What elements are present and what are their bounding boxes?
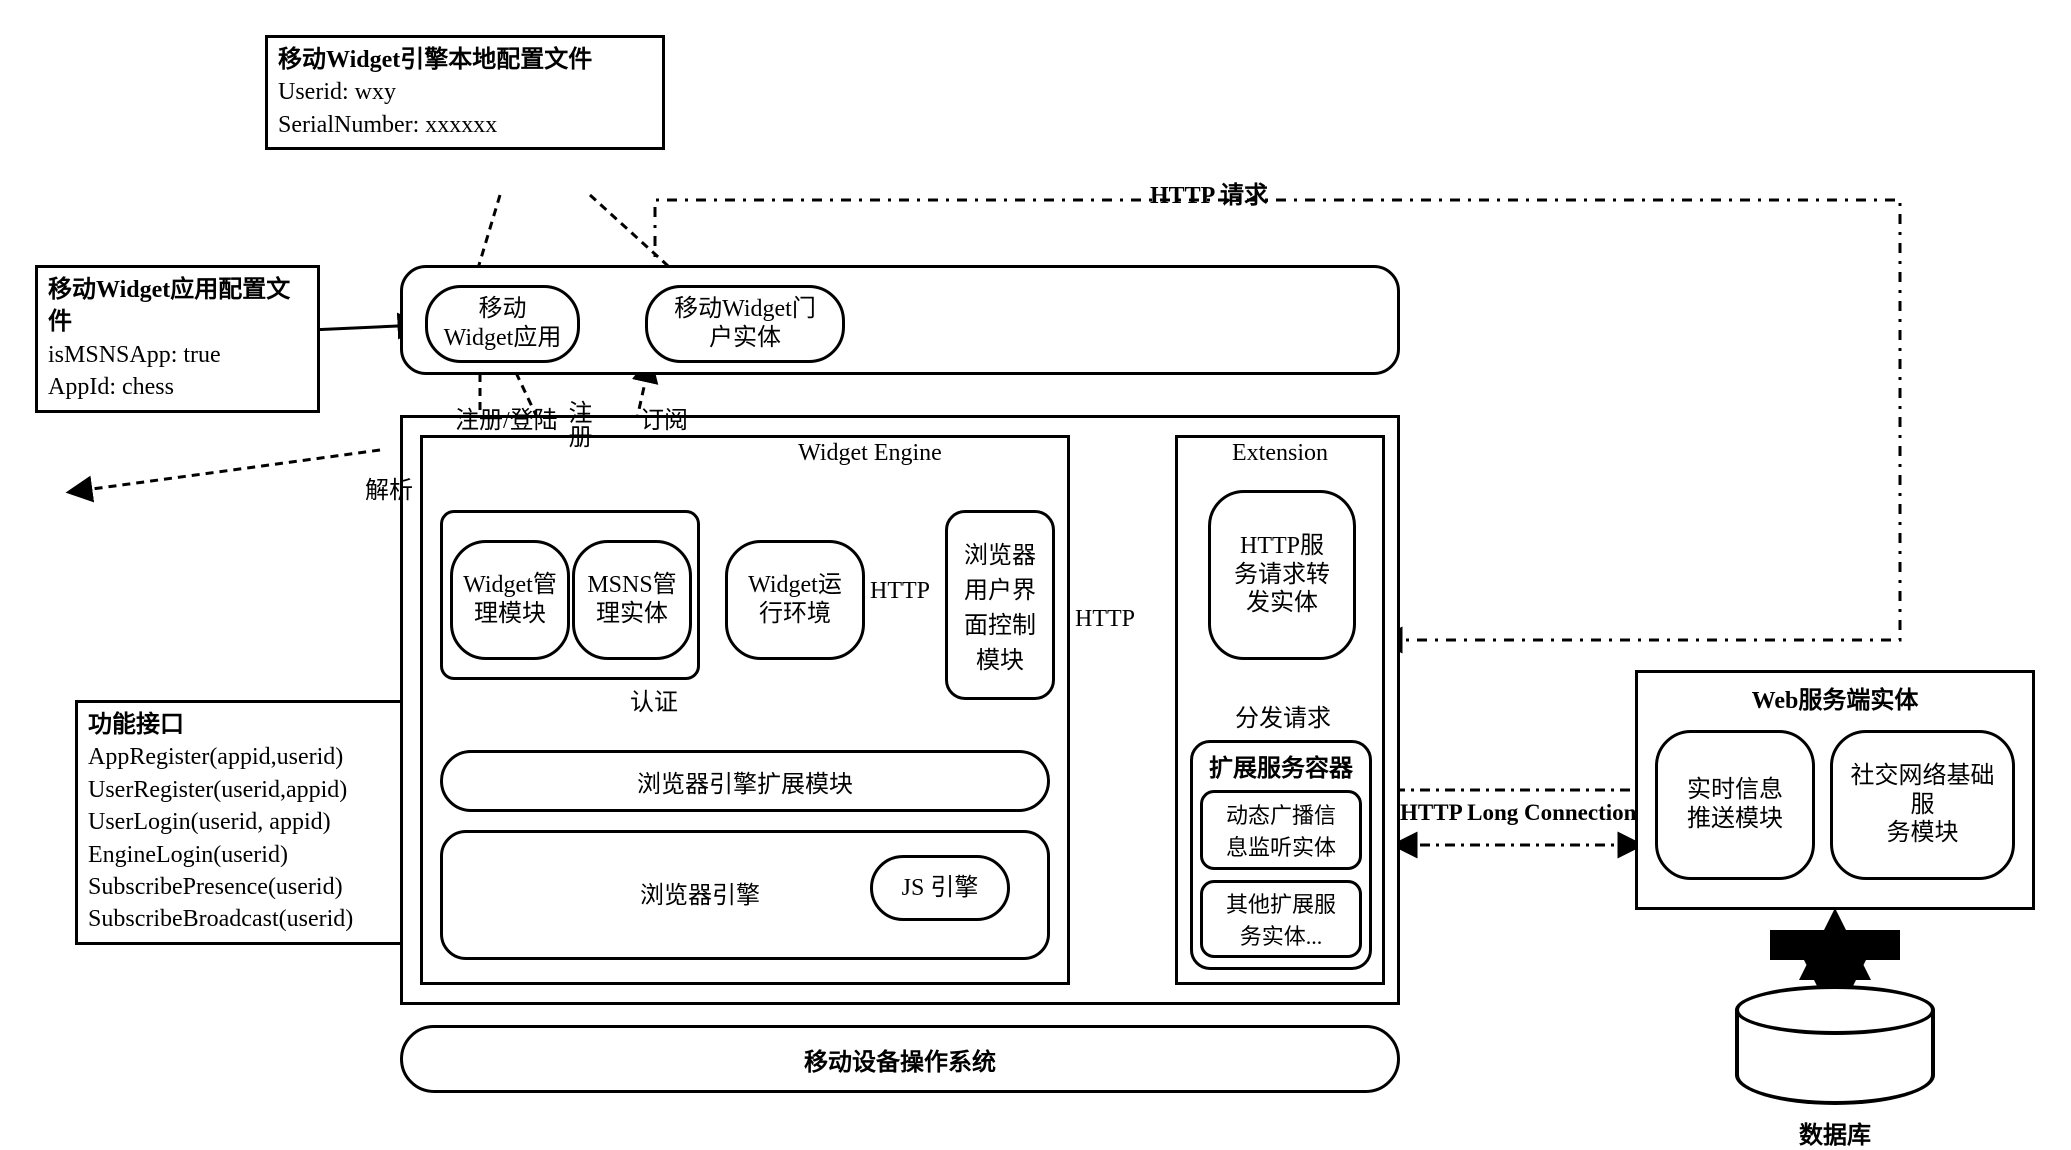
pill-ext-module-text: 浏览器引擎扩展模块 (637, 764, 853, 799)
pill-msns-mgr: MSNS管 理实体 (572, 540, 692, 660)
pill-os: 移动设备操作系统 (400, 1025, 1400, 1093)
pill-other-ext: 其他扩展服 务实体... (1200, 880, 1362, 958)
note-engine-config-title: 移动Widget引擎本地配置文件 (278, 44, 652, 76)
note-engine-config-line2: SerialNumber: xxxxxx (278, 109, 652, 141)
note-app-config-line2: AppId: chess (48, 371, 307, 403)
note-engine-config: 移动Widget引擎本地配置文件 Userid: wxy SerialNumbe… (265, 35, 665, 150)
pill-js-engine: JS 引擎 (870, 855, 1010, 921)
note-app-config-title: 移动Widget应用配置文件 (48, 274, 307, 339)
pill-widget-mgr: Widget管 理模块 (450, 540, 570, 660)
pill-http-fwd: HTTP服 务请求转 发实体 (1208, 490, 1356, 660)
label-dispatch: 分发请求 (1218, 698, 1348, 733)
note-engine-config-line1: Userid: wxy (278, 76, 652, 108)
pill-broadcast: 动态广播信 息监听实体 (1200, 790, 1362, 870)
pill-widget-portal: 移动Widget门 户实体 (645, 285, 845, 363)
pill-ext-module: 浏览器引擎扩展模块 (440, 750, 1050, 812)
note-api-l1: AppRegister(appid,userid) (88, 741, 407, 773)
note-api-l3: UserLogin(userid, appid) (88, 806, 407, 838)
label-long-conn: HTTP Long Connection (1400, 800, 1636, 826)
label-auth: 认证 (630, 682, 678, 717)
label-http1: HTTP (870, 578, 930, 605)
server-title: Web服务端实体 (1700, 680, 1970, 715)
note-app-config: 移动Widget应用配置文件 isMSNSApp: true AppId: ch… (35, 265, 320, 413)
note-api-title: 功能接口 (88, 709, 407, 741)
label-http2: HTTP (1075, 606, 1135, 633)
db-label: 数据库 (1785, 1115, 1885, 1150)
label-parse: 解析 (365, 470, 413, 505)
label-register-login: 注册/登陆 (455, 400, 558, 435)
note-api-l6: SubscribeBroadcast(userid) (88, 903, 407, 935)
pill-social: 社交网络基础服 务模块 (1830, 730, 2015, 880)
note-api-l2: UserRegister(userid,appid) (88, 774, 407, 806)
label-browser-engine: 浏览器引擎 (640, 875, 760, 910)
pill-browser-ui: 浏览器 用户界 面控制 模块 (945, 510, 1055, 700)
pill-widget-app: 移动 Widget应用 (425, 285, 580, 363)
ext-service-container-title: 扩展服务容器 (1200, 748, 1362, 783)
pill-runtime: Widget运 行环境 (725, 540, 865, 660)
note-api-l4: EngineLogin(userid) (88, 839, 407, 871)
note-api-l5: SubscribePresence(userid) (88, 871, 407, 903)
pill-push: 实时信息 推送模块 (1655, 730, 1815, 880)
widget-engine-title: Widget Engine (760, 440, 980, 467)
label-subscribe: 订阅 (640, 400, 688, 435)
note-app-config-line1: isMSNSApp: true (48, 339, 307, 371)
extension-title: Extension (1210, 440, 1350, 467)
server-db-block (1770, 930, 1900, 960)
diagram-stage: { "notes": { "engine_config": { "title":… (0, 0, 2071, 1147)
label-http-req: HTTP 请求 (1150, 175, 1268, 210)
db-cylinder (1735, 985, 1935, 1105)
note-api: 功能接口 AppRegister(appid,userid) UserRegis… (75, 700, 420, 945)
label-register-vert: 注册 (560, 400, 595, 500)
pill-os-text: 移动设备操作系统 (804, 1042, 996, 1077)
